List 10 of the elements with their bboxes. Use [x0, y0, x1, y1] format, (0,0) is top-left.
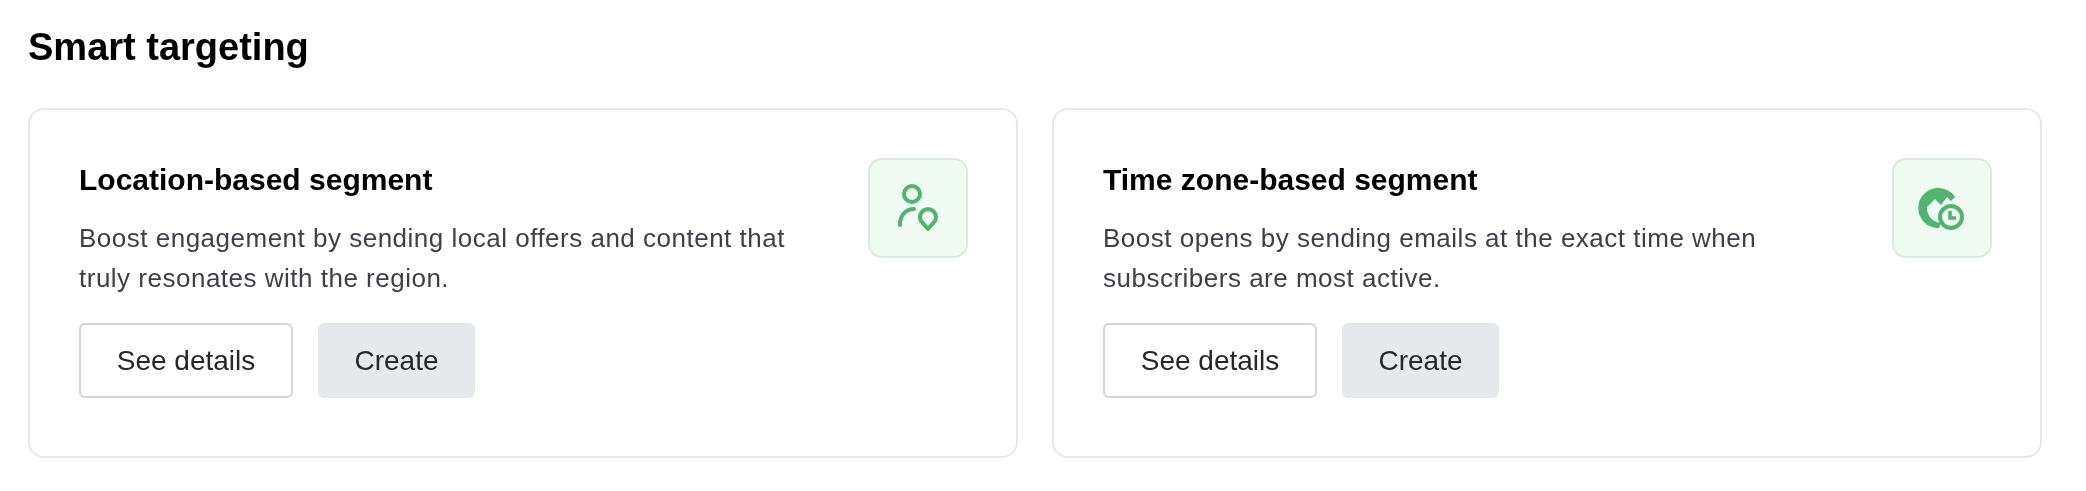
- card-description: Boost opens by sending emails at the exact time when subscribers are most active.: [1103, 222, 1758, 295]
- section-heading: Smart targeting: [28, 25, 310, 70]
- card-title: Location-based segment: [79, 162, 434, 198]
- see-details-button[interactable]: See details: [1103, 323, 1317, 398]
- see-details-button[interactable]: See details: [79, 323, 293, 398]
- card-title: Time zone-based segment: [1103, 162, 1479, 198]
- create-button[interactable]: Create: [318, 323, 475, 398]
- person-pin-icon: [896, 183, 940, 233]
- create-button[interactable]: Create: [1342, 323, 1499, 398]
- card-description: Boost engagement by sending local offers and content that truly resonates with the region.: [79, 222, 786, 295]
